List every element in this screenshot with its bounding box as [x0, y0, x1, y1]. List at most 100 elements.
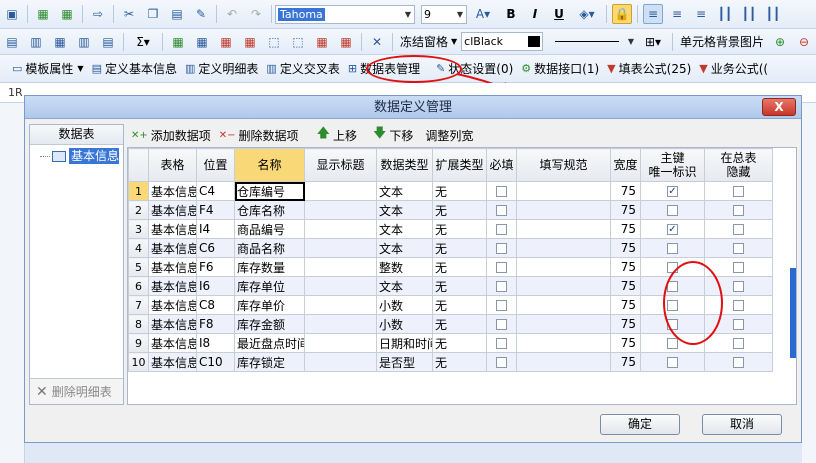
grid-cell[interactable]: C4: [196, 181, 235, 201]
grid-cell[interactable]: [516, 314, 611, 334]
grid-cell[interactable]: 75: [610, 219, 641, 239]
font-name-select[interactable]: Tahoma ▼: [275, 4, 415, 24]
grid-cell[interactable]: [304, 276, 377, 296]
checkbox-cell[interactable]: ✓: [640, 181, 705, 201]
font-color-icon[interactable]: A▾: [469, 4, 497, 24]
clear-icon[interactable]: ▦: [312, 32, 332, 52]
row-number[interactable]: 1: [128, 181, 149, 201]
column-header[interactable]: 宽度: [610, 148, 641, 182]
checkbox-cell[interactable]: [486, 181, 517, 201]
delete-row-icon[interactable]: ▦: [216, 32, 236, 52]
grid-cell[interactable]: 无: [432, 181, 487, 201]
grid-cell[interactable]: 基本信息: [148, 181, 197, 201]
column-header[interactable]: 扩展类型: [432, 148, 487, 182]
grid-cell[interactable]: 库存单价: [234, 295, 305, 315]
fill-formula-button[interactable]: ▼ 填表公式(25): [603, 58, 695, 80]
grid-cell[interactable]: 75: [610, 238, 641, 258]
align-left-icon[interactable]: ≡: [643, 4, 663, 24]
checkbox[interactable]: [733, 338, 744, 349]
table-row[interactable]: 2 基本信息 F4 仓库名称 文本无 75: [128, 200, 773, 220]
checkbox-cell[interactable]: [486, 238, 517, 258]
table-icon[interactable]: ▤: [2, 32, 22, 52]
grid-cell[interactable]: 仓库编号: [234, 181, 305, 201]
column-header[interactable]: 名称: [234, 148, 305, 182]
cut-icon[interactable]: ✂: [119, 4, 139, 24]
grid-cell[interactable]: [516, 219, 611, 239]
checkbox[interactable]: [733, 357, 744, 368]
grid-cell[interactable]: 无: [432, 352, 487, 372]
dialog-title-bar[interactable]: 数据定义管理 X: [25, 96, 801, 119]
checkbox[interactable]: [496, 243, 507, 254]
grid-cell[interactable]: F8: [196, 314, 235, 334]
excel-export-icon[interactable]: ▦: [57, 4, 77, 24]
checkbox-cell[interactable]: [640, 200, 705, 220]
grid-cell[interactable]: 文本: [376, 181, 433, 201]
checkbox-cell[interactable]: [486, 257, 517, 277]
underline-button[interactable]: U: [549, 4, 569, 24]
save-icon[interactable]: ▣: [2, 4, 22, 24]
checkbox[interactable]: [496, 357, 507, 368]
split-icon[interactable]: ⬚: [288, 32, 308, 52]
checkbox[interactable]: [733, 186, 744, 197]
row-number[interactable]: 5: [128, 257, 149, 277]
insert-col-icon[interactable]: ▦: [192, 32, 212, 52]
column-header[interactable]: 在总表 隐藏: [704, 148, 773, 182]
checkbox-cell[interactable]: [640, 352, 705, 372]
checked-icon[interactable]: ✓: [667, 186, 678, 197]
checkbox-cell[interactable]: [640, 238, 705, 258]
column-header[interactable]: 必填: [486, 148, 517, 182]
checkbox[interactable]: [667, 243, 678, 254]
columns-icon[interactable]: ▥: [74, 32, 94, 52]
grid-cell[interactable]: F6: [196, 257, 235, 277]
add-item-button[interactable]: ✕+ 添加数据项: [127, 124, 215, 146]
grid-cell[interactable]: I6: [196, 276, 235, 296]
grid-cell[interactable]: 库存单位: [234, 276, 305, 296]
exit-icon[interactable]: ⇨: [88, 4, 108, 24]
define-detail-table-button[interactable]: ▥ 定义明细表: [181, 58, 262, 80]
grid-cell[interactable]: 库存金额: [234, 314, 305, 334]
delete-detail-table-button[interactable]: ✕ 删除明细表: [30, 378, 123, 404]
grid-cell[interactable]: [516, 257, 611, 277]
grid-cell[interactable]: 无: [432, 238, 487, 258]
xml-icon[interactable]: ✕: [367, 32, 387, 52]
grid-cell[interactable]: 无: [432, 200, 487, 220]
rows-icon[interactable]: ▥: [26, 32, 46, 52]
template-props-button[interactable]: ▭ 模板属性 ▼: [8, 58, 88, 80]
grid-cell[interactable]: 基本信息: [148, 314, 197, 334]
checkbox-cell[interactable]: [704, 333, 773, 353]
cell-bg-image-button[interactable]: 单元格背景图片: [676, 31, 768, 53]
grid-cell[interactable]: I4: [196, 219, 235, 239]
grid-cell[interactable]: 基本信息: [148, 257, 197, 277]
scrollbar[interactable]: [790, 268, 796, 358]
grid-cell[interactable]: 日期和时间: [376, 333, 433, 353]
column-header[interactable]: 显示标题: [304, 148, 377, 182]
checkbox-cell[interactable]: [486, 352, 517, 372]
row-number[interactable]: 2: [128, 200, 149, 220]
grid-cell[interactable]: C6: [196, 238, 235, 258]
checkbox[interactable]: [733, 262, 744, 273]
color-select[interactable]: clBlack: [461, 32, 544, 51]
checkbox-cell[interactable]: [486, 314, 517, 334]
italic-button[interactable]: I: [525, 4, 545, 24]
checkbox[interactable]: [733, 319, 744, 330]
table-row[interactable]: 3 基本信息 I4 商品编号 文本无 75 ✓: [128, 219, 773, 239]
grid-cell[interactable]: 无: [432, 219, 487, 239]
checkbox-cell[interactable]: [704, 238, 773, 258]
sum-button[interactable]: Σ ▾: [129, 32, 157, 52]
align-center-icon[interactable]: ≡: [667, 4, 687, 24]
redo-icon[interactable]: ↷: [246, 4, 266, 24]
grid-cell[interactable]: 商品名称: [234, 238, 305, 258]
grid-cell[interactable]: [516, 276, 611, 296]
grid-cell[interactable]: 文本: [376, 200, 433, 220]
row-number[interactable]: 4: [128, 238, 149, 258]
grid-cell[interactable]: [304, 295, 377, 315]
column-header[interactable]: 填写规范: [516, 148, 611, 182]
checkbox[interactable]: [496, 319, 507, 330]
grid-cell[interactable]: 75: [610, 276, 641, 296]
row-number[interactable]: 7: [128, 295, 149, 315]
checkbox[interactable]: [667, 205, 678, 216]
distribute-icon[interactable]: ┃┃: [715, 4, 735, 24]
grid-cell[interactable]: 无: [432, 276, 487, 296]
grid-cell[interactable]: 75: [610, 314, 641, 334]
remove-image-icon[interactable]: ⊖: [794, 32, 814, 52]
